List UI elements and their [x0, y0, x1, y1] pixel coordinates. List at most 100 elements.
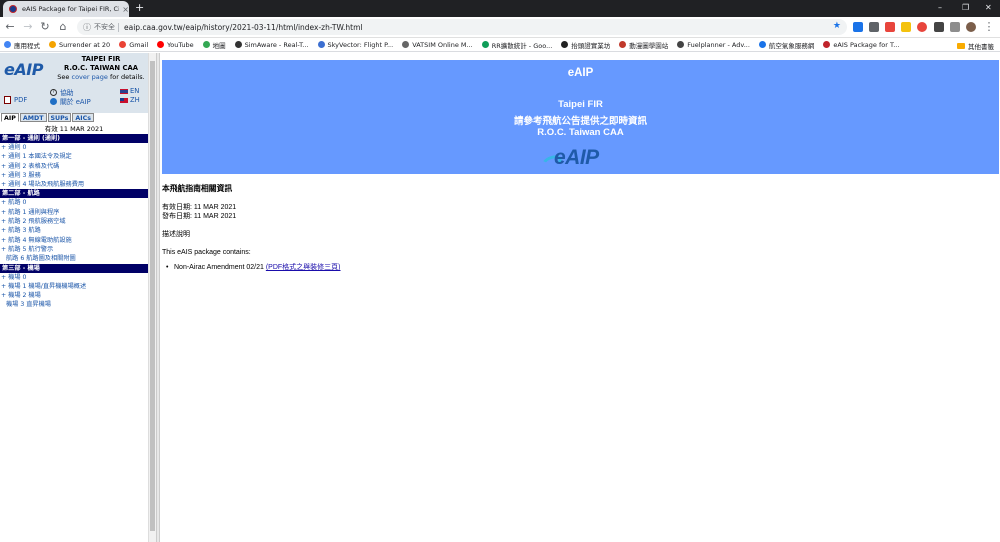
tab-sups[interactable]: SUPs: [47, 113, 72, 122]
tab-aics[interactable]: AICs: [72, 113, 95, 122]
frame-divider[interactable]: [156, 53, 160, 542]
home-icon[interactable]: ⌂: [57, 21, 69, 33]
for-details-text: for details.: [109, 73, 145, 81]
toc-item[interactable]: + 通則 4 場站及飛航服務費用: [0, 180, 148, 189]
toc-item[interactable]: + 航路 0: [0, 198, 148, 207]
nav-scrollbar-thumb[interactable]: [150, 61, 155, 531]
help-icon: ?: [50, 88, 57, 96]
toc-item[interactable]: + 通則 1 本國法令及規定: [0, 152, 148, 161]
bookmark-item[interactable]: Gmail: [119, 41, 148, 49]
tab-aip[interactable]: AIP: [1, 113, 19, 122]
amendment-pdf-link[interactable]: (PDF格式之與裝修三頁): [266, 264, 341, 271]
bookmark-item[interactable]: 動漫圖學園站: [619, 40, 668, 50]
tab-close-icon[interactable]: ×: [122, 5, 129, 14]
lang-en-link[interactable]: EN: [120, 87, 139, 95]
bookmark-favicon-icon: [49, 41, 56, 48]
bookmark-item[interactable]: 航空氣象服務網: [758, 40, 814, 50]
bookmark-item[interactable]: YouTube: [157, 40, 194, 49]
other-bookmarks[interactable]: 其他書籤: [957, 41, 994, 51]
toc-item[interactable]: + 航路 4 無線電助航設施: [0, 236, 148, 245]
cover-note: See cover page for details.: [56, 73, 146, 81]
bookmark-item[interactable]: 抬頭證實業坊: [561, 40, 610, 50]
bookmark-item[interactable]: SkyVector: Flight P...: [317, 41, 393, 49]
bookmark-favicon-icon: [481, 41, 489, 48]
fir-name: TAIPEI FIR: [81, 55, 121, 63]
lang-en-label: EN: [130, 87, 140, 95]
about-link[interactable]: 關於 eAIP: [50, 96, 91, 106]
section-tabs: AIP AMDT SUPs AICs: [1, 113, 148, 123]
toc-item[interactable]: + 通則 0: [0, 143, 148, 152]
bookmark-item[interactable]: Fuelplanner - Adv...: [677, 41, 750, 49]
extension-circle-icon[interactable]: [917, 22, 927, 32]
eaip-globe-icon: [50, 97, 57, 105]
extensions-puzzle-icon[interactable]: [934, 22, 944, 32]
cover-page-link[interactable]: cover page: [72, 73, 108, 81]
bookmark-item[interactable]: VATSIM Online M...: [402, 41, 473, 49]
extension-red-icon[interactable]: [885, 22, 895, 32]
bookmark-item[interactable]: RR擴散統計 - Goo...: [481, 40, 553, 50]
bookmark-favicon-icon: [619, 41, 627, 48]
uk-flag-icon: [120, 88, 128, 94]
forward-arrow-icon[interactable]: →: [22, 21, 34, 33]
bookmark-star-icon[interactable]: ★: [833, 21, 841, 31]
bookmark-favicon-icon: [234, 41, 242, 48]
toc-section-heading: 第二部 - 航路: [0, 189, 148, 199]
toc-item[interactable]: + 機場 0: [0, 273, 148, 282]
banner-logo-text: eAIP: [554, 146, 599, 169]
bookmark-item[interactable]: eAIS Package for T...: [823, 41, 899, 49]
menu-kebab-icon[interactable]: ⋮: [983, 21, 995, 33]
bookmark-item[interactable]: SimAware - Real-T...: [234, 40, 309, 49]
banner-caa: R.O.C. Taiwan CAA: [537, 127, 624, 138]
back-arrow-icon[interactable]: ←: [4, 21, 16, 33]
nav-scrollbar[interactable]: [148, 53, 156, 542]
header-banner: eAIP Taipei FIR 請參考飛航公告提供之即時資訊 R.O.C. Ta…: [162, 60, 999, 174]
bookmark-item[interactable]: Surrender at 20: [49, 41, 110, 49]
maximize-button[interactable]: ❐: [962, 3, 969, 12]
close-window-button[interactable]: ✕: [985, 3, 992, 12]
effective-date: 有效 11 MAR 2021: [44, 125, 104, 133]
minimize-button[interactable]: –: [938, 3, 942, 12]
reload-icon[interactable]: ↻: [39, 21, 51, 33]
lang-zh-link[interactable]: ZH: [120, 96, 140, 104]
tab-amdt[interactable]: AMDT: [19, 113, 47, 122]
toc-item[interactable]: + 航路 3 航路: [0, 226, 148, 235]
toc-item[interactable]: + 通則 2 表格及代碼: [0, 162, 148, 171]
tab-title: eAIS Package for Taipei FIR, Ci: [22, 5, 120, 13]
bookmark-label: RR擴散統計 - Goo...: [491, 41, 553, 50]
url-text[interactable]: eaip.caa.gov.tw/eaip/history/2021-03-11/…: [124, 23, 363, 32]
toc-item[interactable]: + 航路 5 航行警示: [0, 245, 148, 254]
bookmark-favicon-icon: [157, 41, 165, 48]
banner-notice: 請參考飛航公告提供之即時資訊: [513, 116, 647, 127]
bookmark-item[interactable]: 應用程式: [4, 40, 40, 50]
browser-toolbar: ← → ↻ ⌂ ⓘ 不安全 eaip.caa.gov.tw/eaip/histo…: [0, 17, 1000, 38]
package-contains-line: This eAIS package contains:: [162, 249, 251, 256]
bookmark-favicon-icon: [202, 41, 210, 48]
media-icon[interactable]: [950, 22, 960, 32]
toc-item[interactable]: 機場 3 直昇機場: [0, 300, 148, 309]
cast-icon[interactable]: [869, 22, 879, 32]
toc-item[interactable]: + 機場 1 機場/直昇機機場概述: [0, 282, 148, 291]
pdf-link[interactable]: PDF: [4, 96, 27, 104]
toc-item[interactable]: + 機場 2 機場: [0, 291, 148, 300]
toc-item[interactable]: + 航路 2 飛航服務空域: [0, 217, 148, 226]
bookmark-favicon-icon: [758, 41, 766, 48]
amendment-text: Non-Airac Amendment 02/21: [174, 264, 264, 271]
address-bar[interactable]: ⓘ 不安全 eaip.caa.gov.tw/eaip/history/2021-…: [77, 19, 847, 35]
browser-tab[interactable]: eAIS Package for Taipei FIR, Ci ×: [3, 1, 129, 17]
bookmark-item[interactable]: 地圖: [202, 40, 226, 50]
info-icon[interactable]: ⓘ: [83, 22, 91, 33]
bookmark-label: Gmail: [129, 40, 149, 49]
bookmark-label: 動漫圖學園站: [629, 41, 669, 50]
toc-item[interactable]: + 通則 3 服務: [0, 171, 148, 180]
bookmark-label: YouTube: [167, 40, 194, 49]
bookmark-label: SimAware - Real-T...: [244, 40, 309, 49]
translate-icon[interactable]: [853, 22, 863, 32]
toc-item[interactable]: + 航路 1 通則與程序: [0, 208, 148, 217]
new-tab-button[interactable]: +: [135, 2, 144, 14]
toc-item[interactable]: 航路 6 航路圖及相關附圖: [0, 254, 148, 263]
description-label: 描述說明: [162, 231, 190, 238]
bookmark-favicon-icon: [4, 41, 11, 48]
profile-avatar[interactable]: [966, 22, 976, 32]
extension-yellow-icon[interactable]: [901, 22, 911, 32]
